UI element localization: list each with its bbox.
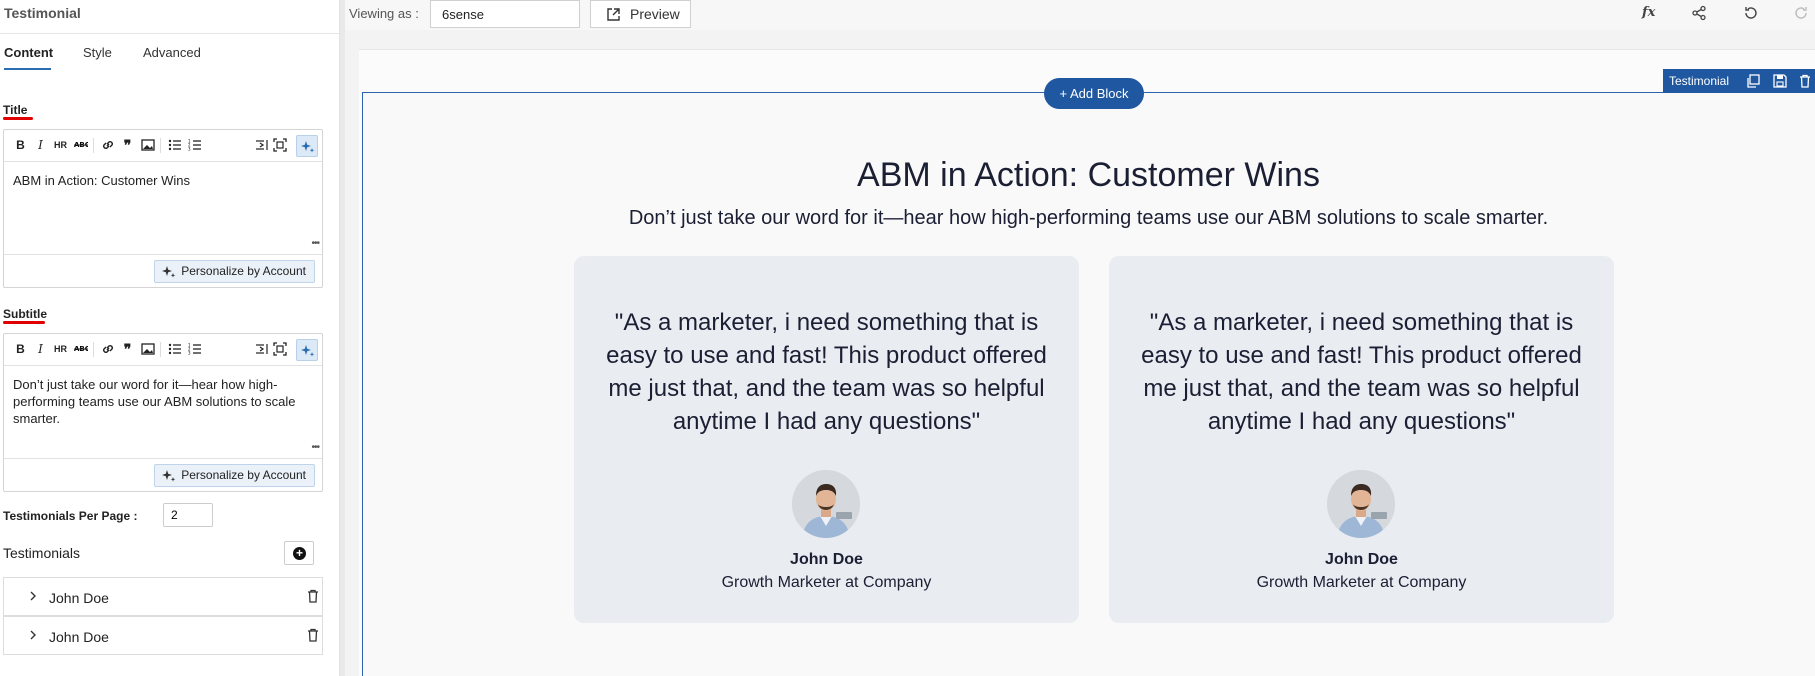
resize-handle[interactable]: ••• — [311, 235, 319, 252]
person-role: Growth Marketer at Company — [1256, 574, 1467, 591]
section-subtitle: Don’t just take our word for it—hear how… — [628, 207, 1549, 229]
panel-title: Testimonial — [4, 5, 81, 21]
testimonial-card: "As a marketer, i need something that is… — [1109, 256, 1614, 623]
indent-icon[interactable] — [254, 342, 269, 357]
viewing-as-label: Viewing as : — [349, 6, 419, 21]
testimonial-quote: "As a marketer, i need something that is… — [1141, 309, 1582, 435]
numbered-list-icon[interactable]: 123 — [187, 342, 202, 357]
fullscreen-icon[interactable] — [272, 342, 287, 357]
title-personalize-label: Personalize by Account — [181, 264, 306, 278]
subtitle-personalize-label: Personalize by Account — [181, 468, 306, 482]
sparkle-icon — [162, 266, 176, 278]
bullet-list-icon[interactable] — [167, 342, 182, 357]
section-title: ABM in Action: Customer Wins — [857, 156, 1320, 194]
avatar — [1327, 470, 1395, 538]
svg-text:3: 3 — [188, 351, 191, 356]
title-editor-toolbar: B I HR ABC ❞ 123 — [4, 130, 322, 162]
bold-icon[interactable]: B — [13, 138, 28, 153]
image-icon[interactable] — [140, 342, 155, 357]
strikethrough-icon[interactable]: ABC — [73, 342, 89, 357]
avatar — [792, 470, 860, 538]
tab-advanced[interactable]: Advanced — [143, 45, 201, 60]
testimonials-label: Testimonials — [3, 545, 81, 561]
trash-icon[interactable] — [1798, 74, 1812, 88]
block-tag: Testimonial — [1663, 69, 1815, 93]
per-page-input[interactable] — [163, 503, 213, 527]
quote-icon[interactable]: ❞ — [120, 138, 135, 153]
title-label-highlight — [3, 117, 33, 120]
italic-icon[interactable]: I — [33, 138, 48, 153]
block-tag-label: Testimonial — [1669, 74, 1730, 88]
image-icon[interactable] — [140, 138, 155, 153]
person-name: John Doe — [790, 551, 863, 568]
testimonial-list-item[interactable]: John Doe — [3, 616, 323, 655]
settings-panel: Testimonial Content Style Advanced Title… — [0, 0, 340, 676]
plus-circle-icon: + — [293, 547, 306, 560]
undo-icon[interactable] — [1743, 5, 1761, 23]
per-page-label: Testimonials Per Page : — [3, 509, 138, 523]
indent-icon[interactable] — [254, 138, 269, 153]
redo-icon[interactable] — [1793, 5, 1811, 23]
save-icon[interactable] — [1773, 74, 1787, 88]
subtitle-field-label: Subtitle — [3, 307, 47, 321]
panel-tabs: Content Style Advanced — [0, 40, 339, 72]
title-personalize-button[interactable]: Personalize by Account — [154, 260, 315, 283]
external-link-icon — [607, 8, 620, 21]
quote-icon[interactable]: ❞ — [120, 342, 135, 357]
person-role: Growth Marketer at Company — [721, 574, 932, 591]
resize-handle[interactable]: ••• — [311, 439, 319, 456]
testimonial-list-item[interactable]: John Doe — [3, 577, 323, 616]
preview-label: Preview — [630, 6, 680, 22]
chevron-right-icon[interactable] — [26, 589, 40, 603]
tab-style[interactable]: Style — [83, 45, 112, 60]
subtitle-editor-input[interactable]: Don’t just take our word for it—hear how… — [4, 366, 322, 458]
sparkle-icon — [162, 470, 176, 482]
preview-button[interactable]: Preview — [590, 0, 691, 28]
italic-icon[interactable]: I — [33, 342, 48, 357]
add-testimonial-button[interactable]: + — [284, 541, 314, 565]
add-block-button[interactable]: + Add Block — [1044, 78, 1144, 109]
heading-icon[interactable]: HR — [53, 342, 68, 357]
subtitle-editor-value: Don’t just take our word for it—hear how… — [13, 377, 296, 426]
top-toolbar: Viewing as : 6sense Preview fx — [345, 0, 1815, 30]
chevron-right-icon[interactable] — [26, 628, 40, 642]
testimonial-quote: "As a marketer, i need something that is… — [606, 309, 1047, 435]
trash-icon[interactable] — [305, 627, 321, 643]
trash-icon[interactable] — [305, 588, 321, 604]
subtitle-editor-toolbar: B I HR ABC ❞ 123 — [4, 334, 322, 366]
title-editor-input[interactable]: ABM in Action: Customer Wins ••• — [4, 162, 322, 254]
panel-scrollbar[interactable] — [340, 0, 345, 676]
link-icon[interactable] — [100, 342, 115, 357]
svg-text:3: 3 — [188, 147, 191, 152]
strikethrough-icon[interactable]: ABC — [73, 138, 89, 153]
ai-sparkle-icon[interactable] — [296, 135, 318, 157]
testimonial-item-name: John Doe — [49, 629, 109, 645]
heading-icon[interactable]: HR — [53, 138, 68, 153]
viewing-as-input[interactable]: 6sense — [430, 0, 580, 28]
ai-sparkle-icon[interactable] — [296, 339, 318, 361]
active-tab-indicator — [4, 68, 51, 70]
fullscreen-icon[interactable] — [272, 138, 287, 153]
tab-content[interactable]: Content — [4, 45, 53, 60]
subtitle-editor: B I HR ABC ❞ 123 Don’t just take our wor… — [3, 333, 323, 492]
share-icon[interactable] — [1691, 5, 1709, 23]
duplicate-icon[interactable] — [1746, 74, 1760, 88]
numbered-list-icon[interactable]: 123 — [187, 138, 202, 153]
bullet-list-icon[interactable] — [167, 138, 182, 153]
title-editor-value: ABM in Action: Customer Wins — [13, 173, 190, 188]
title-editor: B I HR ABC ❞ 123 ABM in Action: Customer… — [3, 129, 323, 288]
subtitle-personalize-button[interactable]: Personalize by Account — [154, 464, 315, 487]
bold-icon[interactable]: B — [13, 342, 28, 357]
title-field-label: Title — [3, 103, 28, 117]
testimonial-item-name: John Doe — [49, 590, 109, 606]
person-name: John Doe — [1325, 551, 1398, 568]
subtitle-label-highlight — [3, 321, 45, 324]
link-icon[interactable] — [100, 138, 115, 153]
fx-icon[interactable]: fx — [1642, 5, 1660, 23]
testimonial-card: "As a marketer, i need something that is… — [574, 256, 1079, 623]
